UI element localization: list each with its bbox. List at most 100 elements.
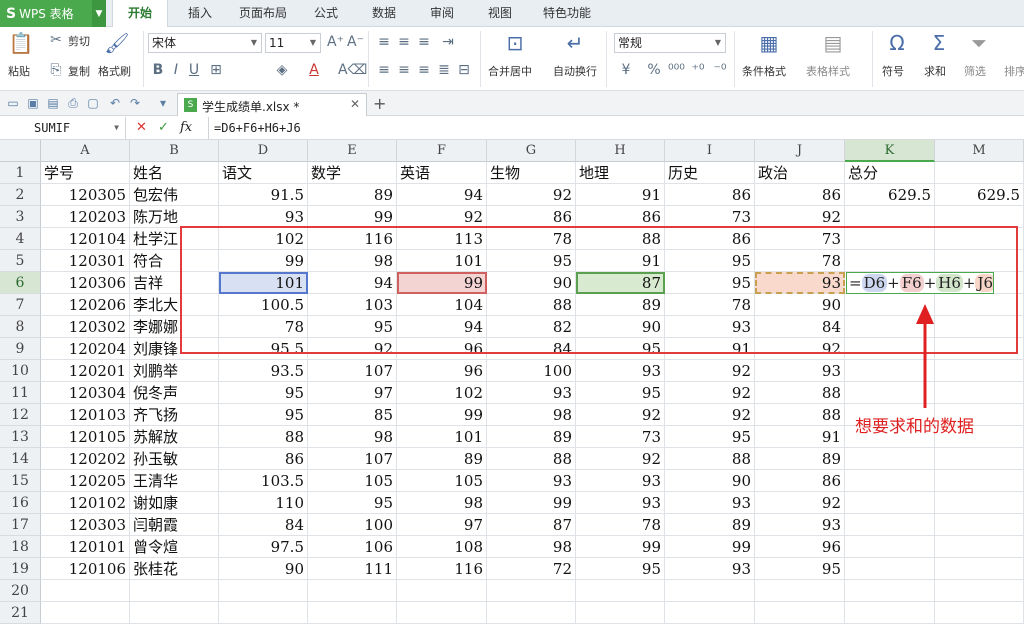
justify-icon[interactable]: ≣ — [436, 61, 452, 79]
chevron-down-icon[interactable]: ▼ — [711, 34, 725, 52]
grid-cell[interactable]: 92 — [397, 206, 487, 228]
header-cell[interactable]: 姓名 — [130, 162, 219, 184]
grid-cell[interactable] — [935, 228, 1024, 250]
table-style-icon[interactable]: ▤ — [820, 31, 846, 55]
copy-button[interactable]: 复制 — [68, 63, 90, 79]
grid-cell[interactable]: 105 — [397, 470, 487, 492]
grid-cell[interactable]: 92 — [576, 448, 665, 470]
font-shrink-icon[interactable]: A⁻ — [347, 33, 364, 51]
grid-cell[interactable]: 87 — [576, 272, 665, 294]
grid-cell[interactable]: 120102 — [41, 492, 130, 514]
grid-cell[interactable]: 92 — [487, 184, 576, 206]
grid-cell[interactable]: 120103 — [41, 404, 130, 426]
row-header-8[interactable]: 8 — [0, 316, 41, 338]
grid-cell[interactable]: 73 — [755, 228, 845, 250]
increase-decimal-icon[interactable]: ⁺⁰ — [690, 61, 706, 79]
grid-cell[interactable]: 629.5 — [845, 184, 935, 206]
grid-cell[interactable]: 95 — [576, 558, 665, 580]
grid-cell[interactable]: 96 — [397, 338, 487, 360]
grid-cell[interactable]: 107 — [308, 448, 397, 470]
grid-cell[interactable]: 93 — [755, 514, 845, 536]
column-header-i[interactable]: I — [665, 140, 755, 162]
grid-cell[interactable] — [397, 580, 487, 602]
header-cell[interactable]: 总分 — [845, 162, 935, 184]
grid-cell[interactable] — [845, 448, 935, 470]
open-folder-icon[interactable]: ▭ — [6, 96, 20, 110]
grid-cell[interactable]: 94 — [397, 184, 487, 206]
customize-icon[interactable]: ▾ — [156, 96, 170, 110]
row-header-16[interactable]: 16 — [0, 492, 41, 514]
grid-cell[interactable]: 91.5 — [219, 184, 308, 206]
grid-cell[interactable]: 包宏伟 — [130, 184, 219, 206]
header-cell[interactable]: 英语 — [397, 162, 487, 184]
grid-cell[interactable]: 116 — [308, 228, 397, 250]
grid-cell[interactable]: 97.5 — [219, 536, 308, 558]
row-header-17[interactable]: 17 — [0, 514, 41, 536]
grid-cell[interactable]: 陈万地 — [130, 206, 219, 228]
row-header-21[interactable]: 21 — [0, 602, 41, 624]
select-all-corner[interactable] — [0, 140, 41, 162]
grid-cell[interactable]: 92 — [755, 206, 845, 228]
grid-cell[interactable]: 孙玉敏 — [130, 448, 219, 470]
grid-cell[interactable]: 杜学江 — [130, 228, 219, 250]
grid-cell[interactable]: 95 — [665, 272, 755, 294]
grid-cell[interactable]: 98 — [487, 404, 576, 426]
chevron-down-icon[interactable]: ▼ — [306, 34, 320, 52]
grid-cell[interactable]: 王清华 — [130, 470, 219, 492]
copy-icon[interactable]: ⎘ — [48, 61, 64, 79]
grid-cell[interactable]: 86 — [219, 448, 308, 470]
grid-cell[interactable] — [41, 580, 130, 602]
grid-cell[interactable]: 99 — [397, 404, 487, 426]
grid-cell[interactable]: 倪冬声 — [130, 382, 219, 404]
column-header-d[interactable]: D — [219, 140, 308, 162]
grid-cell[interactable]: 93 — [487, 470, 576, 492]
grid-cell[interactable]: 99 — [397, 272, 487, 294]
header-cell[interactable]: 学号 — [41, 162, 130, 184]
grid-cell[interactable] — [665, 602, 755, 624]
grid-cell[interactable] — [845, 228, 935, 250]
grid-cell[interactable]: 90 — [576, 316, 665, 338]
grid-cell[interactable]: 95 — [219, 404, 308, 426]
merge-center-button[interactable]: 合并居中 — [488, 63, 532, 79]
align-bottom-icon[interactable]: ≡ — [416, 33, 432, 51]
column-header-j[interactable]: J — [755, 140, 845, 162]
header-cell[interactable]: 数学 — [308, 162, 397, 184]
cut-button[interactable]: 剪切 — [68, 33, 90, 49]
grid-cell[interactable]: 84 — [487, 338, 576, 360]
omega-icon[interactable]: Ω — [884, 31, 910, 55]
distributed-icon[interactable]: ⊟ — [456, 61, 472, 79]
grid-cell[interactable]: 89 — [397, 448, 487, 470]
grid-cell[interactable] — [935, 470, 1024, 492]
grid-cell[interactable]: 齐飞扬 — [130, 404, 219, 426]
grid-cell[interactable]: 89 — [487, 426, 576, 448]
merge-center-icon[interactable]: ⊡ — [502, 31, 528, 55]
grid-cell[interactable]: 刘鹏举 — [130, 360, 219, 382]
grid-cell[interactable] — [845, 514, 935, 536]
grid-cell[interactable] — [41, 602, 130, 624]
grid-cell[interactable]: 96 — [397, 360, 487, 382]
grid-cell[interactable]: 李北大 — [130, 294, 219, 316]
grid-cell[interactable]: 78 — [665, 294, 755, 316]
grid-cell[interactable]: 90 — [755, 294, 845, 316]
italic-icon[interactable]: I — [170, 61, 182, 79]
grid-cell[interactable]: 98 — [397, 492, 487, 514]
decrease-decimal-icon[interactable]: ⁻⁰ — [712, 61, 728, 79]
tab-page-layout[interactable]: 页面布局 — [232, 0, 294, 27]
grid-cell[interactable]: 张桂花 — [130, 558, 219, 580]
grid-cell[interactable]: 100 — [308, 514, 397, 536]
header-cell[interactable]: 政治 — [755, 162, 845, 184]
grid-cell[interactable]: 84 — [219, 514, 308, 536]
grid-cell[interactable] — [935, 558, 1024, 580]
column-header-m[interactable]: M — [935, 140, 1024, 162]
column-header-k[interactable]: K — [845, 140, 935, 162]
grid-cell[interactable]: 92 — [665, 404, 755, 426]
grid-cell[interactable]: 88 — [487, 448, 576, 470]
grid-cell[interactable]: 90 — [219, 558, 308, 580]
row-header-1[interactable]: 1 — [0, 162, 41, 184]
indent-icon[interactable]: ⇥ — [440, 33, 456, 51]
grid-cell[interactable]: 85 — [308, 404, 397, 426]
grid-cell[interactable]: 107 — [308, 360, 397, 382]
print-preview-icon[interactable]: ▢ — [86, 96, 100, 110]
grid-cell[interactable]: 101 — [219, 272, 308, 294]
paste-icon[interactable]: 📋 — [8, 31, 34, 55]
